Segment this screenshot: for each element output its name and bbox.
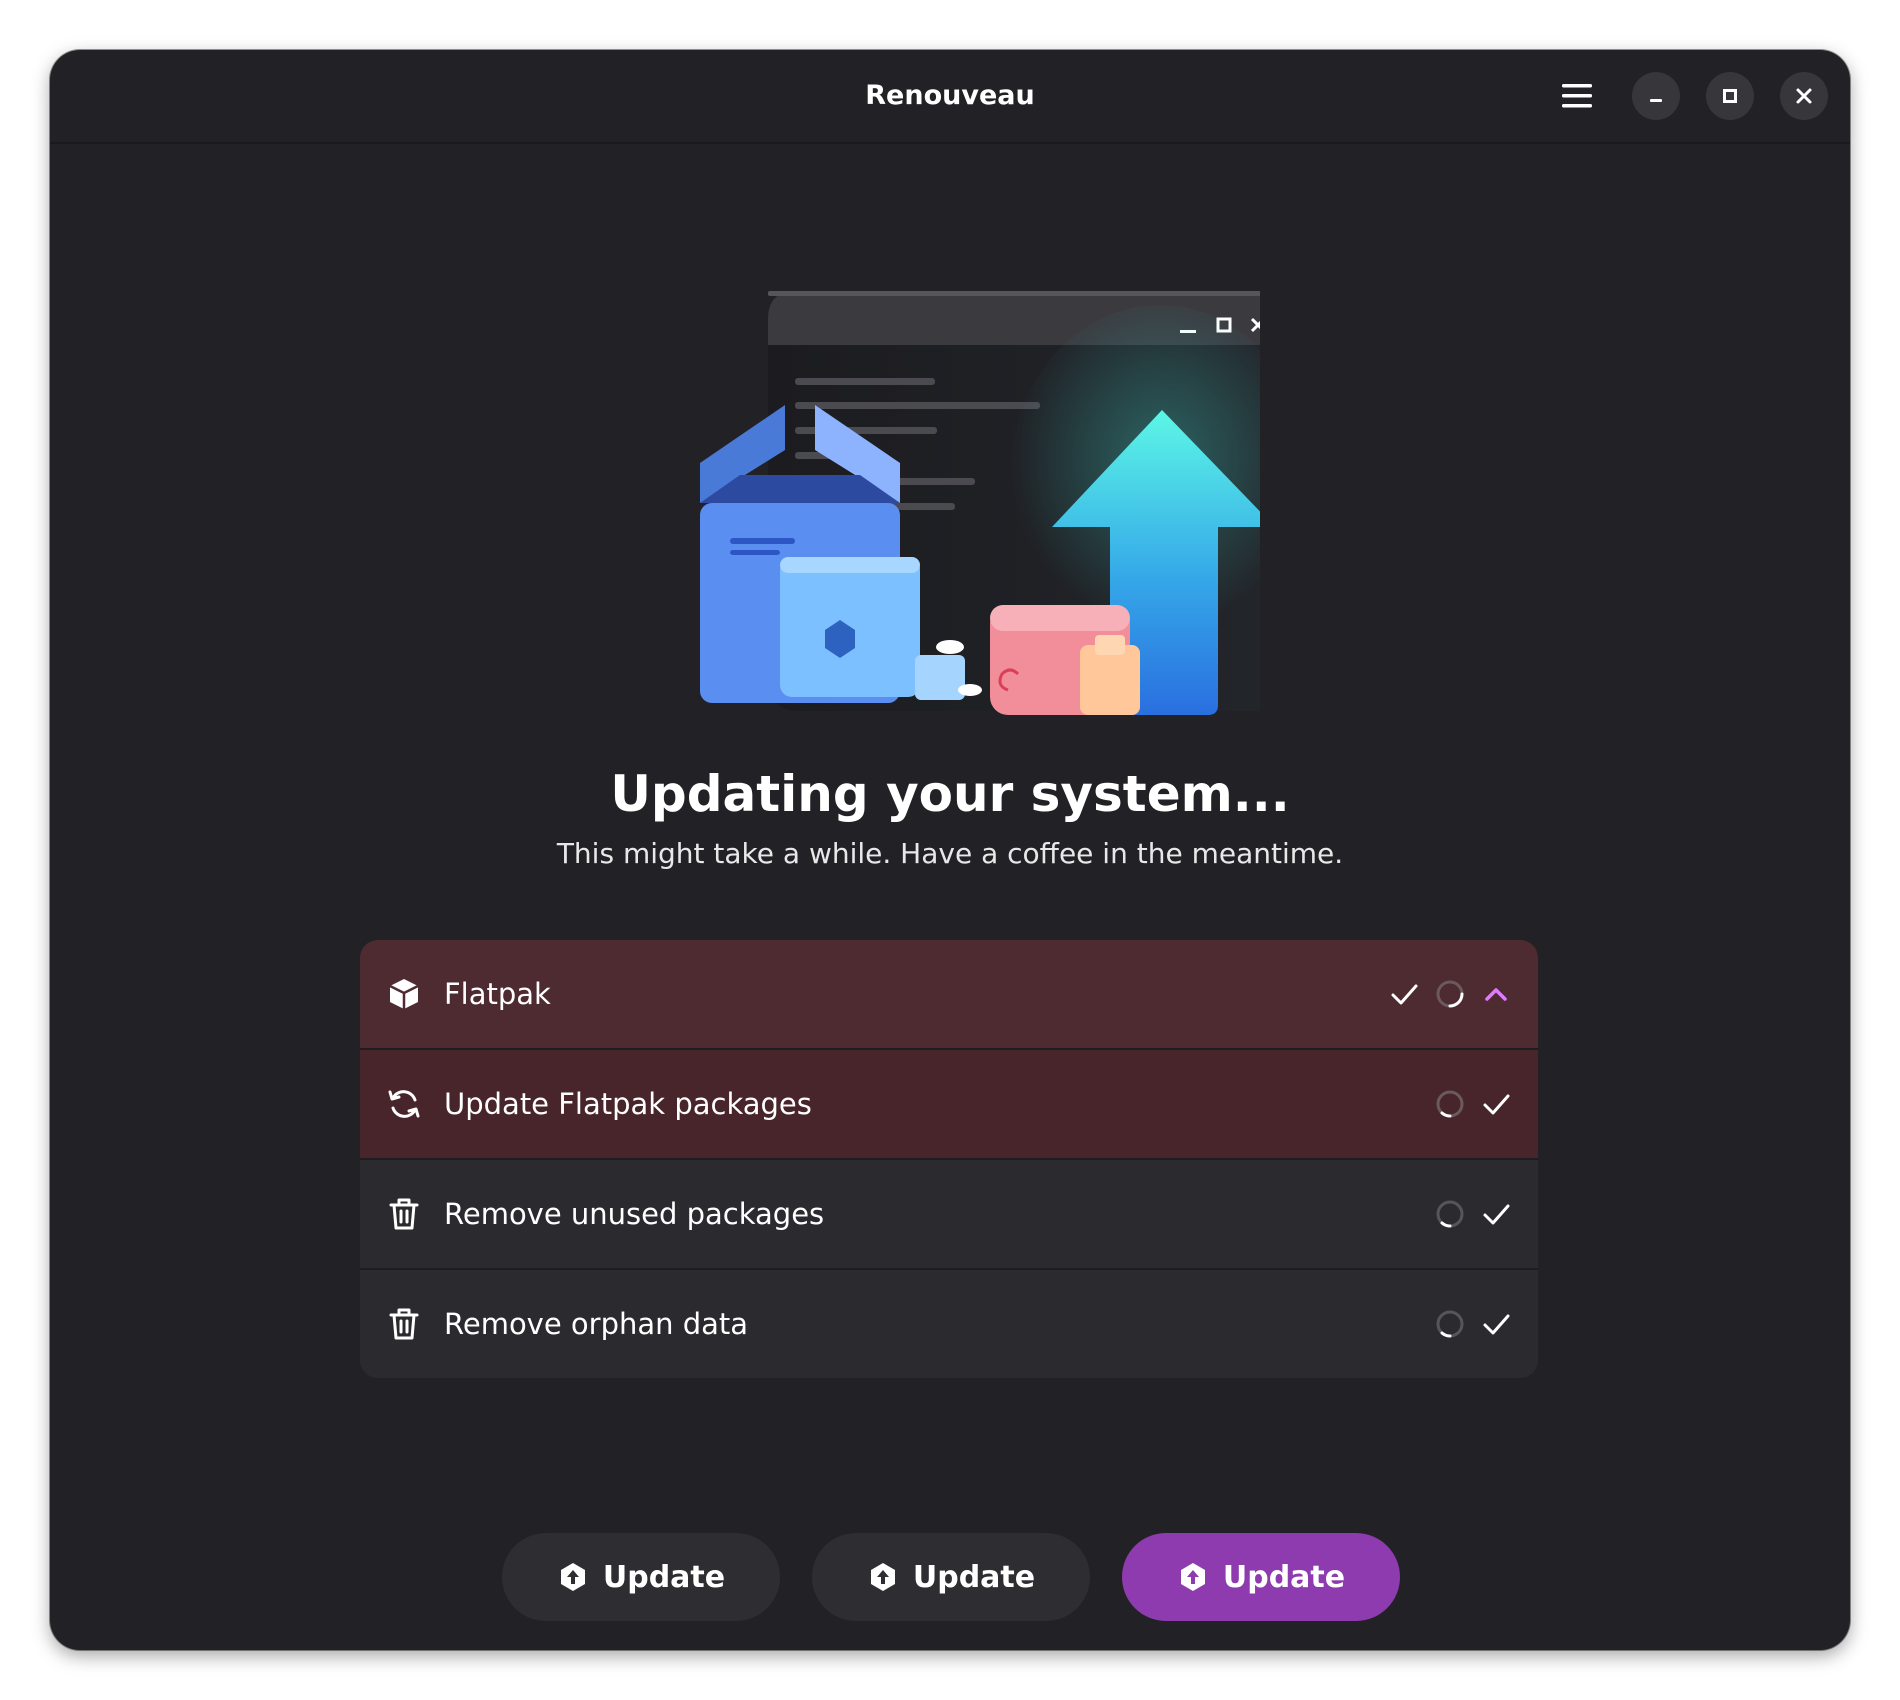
maximize-icon — [1723, 89, 1737, 103]
task-row-update-flatpak-packages: Update Flatpak packages — [360, 1050, 1538, 1160]
task-row-flatpak[interactable]: Flatpak — [360, 940, 1538, 1050]
spinner-icon — [1436, 1200, 1464, 1228]
task-list: Flatpak Update Flatpak packages Remove u… — [360, 940, 1538, 1378]
chevron-up-icon[interactable] — [1480, 978, 1512, 1010]
task-row-remove-orphan-data: Remove orphan data — [360, 1270, 1538, 1378]
page-subheading: This might take a while. Have a coffee i… — [556, 837, 1344, 870]
update-button-label: Update — [1222, 1559, 1346, 1595]
maximize-button[interactable] — [1706, 72, 1754, 120]
update-illustration — [700, 291, 1260, 715]
header-bar: Renouveau — [50, 50, 1850, 144]
update-icon — [560, 1563, 585, 1591]
update-icon — [870, 1563, 895, 1591]
spinner-icon — [1436, 1310, 1464, 1338]
trash-icon — [389, 1308, 419, 1340]
check-icon — [1483, 1094, 1510, 1115]
update-button-suggested[interactable]: Update — [1122, 1533, 1400, 1621]
main-menu-button[interactable] — [1550, 72, 1604, 120]
task-label: Remove orphan data — [444, 1307, 749, 1341]
close-button[interactable] — [1780, 72, 1828, 120]
task-label: Update Flatpak packages — [444, 1087, 812, 1121]
task-label: Remove unused packages — [444, 1197, 825, 1231]
hamburger-menu-icon — [1562, 84, 1592, 108]
refresh-icon — [388, 1090, 420, 1118]
check-icon — [1483, 1314, 1510, 1335]
check-icon — [1483, 1204, 1510, 1225]
close-icon — [1796, 88, 1812, 104]
minimize-button[interactable] — [1632, 72, 1680, 120]
minimize-icon — [1650, 99, 1662, 102]
page-heading: Updating your system... — [610, 765, 1290, 823]
task-row-remove-unused-packages: Remove unused packages — [360, 1160, 1538, 1270]
update-button-2[interactable]: Update — [812, 1533, 1090, 1621]
update-icon — [1180, 1563, 1205, 1591]
spinner-icon — [1436, 1090, 1464, 1118]
update-button-1[interactable]: Update — [502, 1533, 780, 1621]
task-label: Flatpak — [444, 977, 551, 1011]
check-icon — [1391, 984, 1418, 1005]
update-button-label: Update — [602, 1559, 726, 1595]
trash-icon — [389, 1198, 419, 1230]
update-button-label: Update — [912, 1559, 1036, 1595]
spinner-icon — [1436, 980, 1464, 1008]
app-window: Renouveau Updating your system... This m… — [50, 50, 1850, 1650]
package-icon — [389, 979, 419, 1009]
